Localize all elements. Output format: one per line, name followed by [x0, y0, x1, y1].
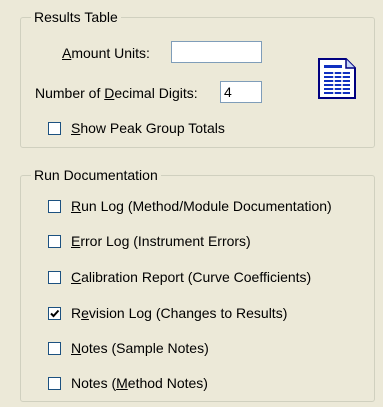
run-log-checkbox[interactable]: Run Log (Method/Module Documentation): [48, 197, 332, 215]
show-peak-group-totals-checkbox[interactable]: Show Peak Group Totals: [48, 119, 225, 137]
decimal-digits-input[interactable]: 4: [220, 81, 262, 103]
checkbox-box[interactable]: [48, 306, 61, 320]
revision-log-label: Revision Log (Changes to Results): [71, 305, 288, 321]
amount-units-input[interactable]: [171, 41, 262, 63]
checkbox-box[interactable]: [48, 341, 61, 355]
sample-notes-checkbox[interactable]: Notes (Sample Notes): [48, 339, 209, 357]
revision-log-checkbox[interactable]: Revision Log (Changes to Results): [48, 304, 287, 322]
run-documentation-title: Run Documentation: [31, 167, 161, 183]
checkmark-icon: [50, 309, 60, 317]
calibration-report-checkbox[interactable]: Calibration Report (Curve Coefficients): [48, 268, 311, 286]
decimal-digits-label: Number of Decimal Digits:: [35, 85, 198, 101]
checkbox-box[interactable]: [48, 376, 61, 390]
calibration-report-label: Calibration Report (Curve Coefficients): [71, 269, 312, 285]
checkbox-box[interactable]: [48, 270, 61, 284]
checkbox-box[interactable]: [48, 121, 61, 135]
run-log-label: Run Log (Method/Module Documentation): [71, 198, 332, 214]
checkbox-box[interactable]: [48, 234, 61, 248]
document-report-icon: [318, 58, 356, 99]
sample-notes-label: Notes (Sample Notes): [71, 340, 209, 356]
method-notes-checkbox[interactable]: Notes (Method Notes): [48, 374, 208, 392]
method-notes-label: Notes (Method Notes): [71, 375, 208, 391]
error-log-label: Error Log (Instrument Errors): [71, 233, 251, 249]
results-table-title: Results Table: [31, 9, 121, 25]
amount-units-label: Amount Units:: [62, 45, 150, 61]
error-log-checkbox[interactable]: Error Log (Instrument Errors): [48, 232, 251, 250]
checkbox-box[interactable]: [48, 199, 61, 213]
show-peak-group-totals-label: Show Peak Group Totals: [71, 120, 225, 136]
